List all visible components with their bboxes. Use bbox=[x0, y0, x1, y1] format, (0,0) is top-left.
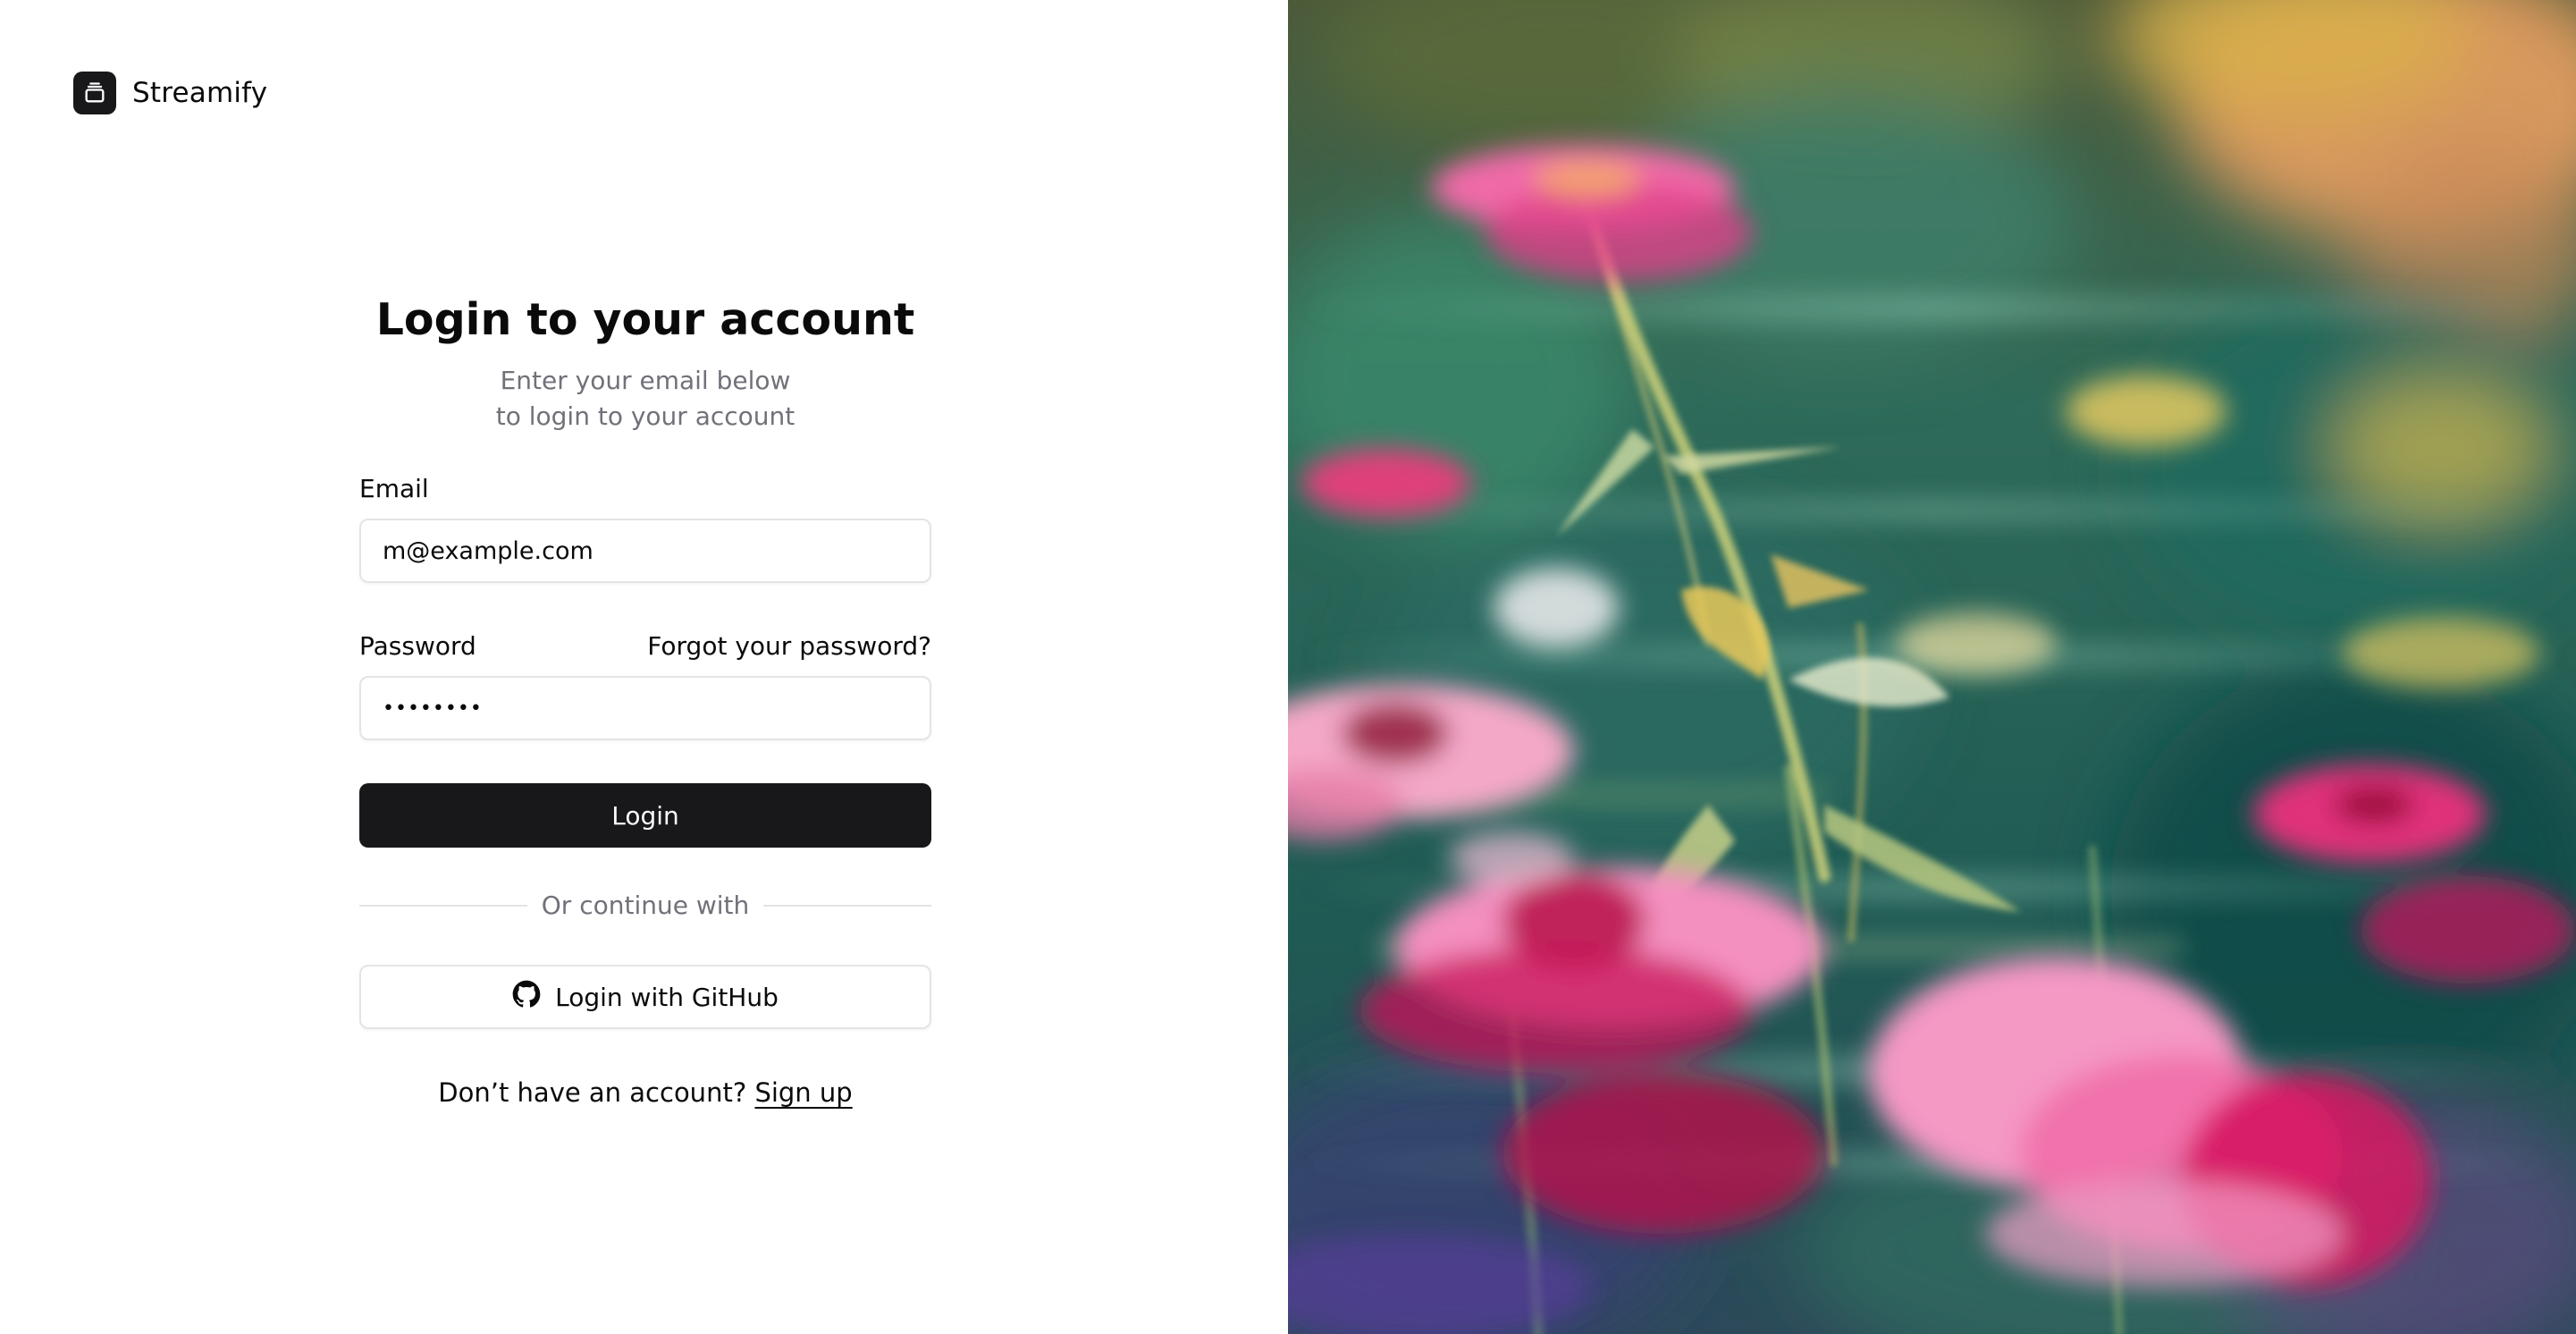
divider-line-left bbox=[359, 904, 527, 907]
hero-image bbox=[1288, 0, 2576, 1334]
divider-line-right bbox=[763, 904, 932, 907]
inbox-icon bbox=[73, 72, 116, 114]
brand-name: Streamify bbox=[132, 77, 268, 109]
login-form: Login to your account Enter your email b… bbox=[359, 288, 932, 1108]
email-input[interactable] bbox=[359, 519, 931, 583]
github-login-button[interactable]: Login with GitHub bbox=[359, 965, 931, 1029]
email-field-group: Email bbox=[359, 472, 931, 583]
brand-logo-link[interactable]: Streamify bbox=[73, 72, 267, 114]
subtitle-line-2: to login to your account bbox=[495, 401, 796, 431]
signup-row: Don’t have an account? Sign up bbox=[359, 1077, 931, 1108]
login-page: Streamify Login to your account Enter yo… bbox=[0, 0, 2576, 1334]
password-input[interactable] bbox=[359, 676, 931, 740]
password-label: Password bbox=[359, 630, 476, 661]
login-panel: Streamify Login to your account Enter yo… bbox=[0, 0, 1288, 1334]
email-label-row: Email bbox=[359, 472, 931, 504]
page-title: Login to your account bbox=[375, 294, 915, 345]
password-field-group: Password Forgot your password? bbox=[359, 629, 931, 740]
github-button-label: Login with GitHub bbox=[555, 982, 779, 1012]
page-subtitle: Enter your email below to login to your … bbox=[359, 363, 931, 435]
subtitle-line-1: Enter your email below bbox=[500, 366, 791, 395]
flowers-photo bbox=[1288, 0, 2576, 1334]
signup-link[interactable]: Sign up bbox=[754, 1077, 852, 1108]
email-label: Email bbox=[359, 473, 429, 503]
github-icon bbox=[512, 980, 541, 1015]
forgot-password-link[interactable]: Forgot your password? bbox=[647, 631, 931, 661]
login-button[interactable]: Login bbox=[359, 783, 931, 848]
or-continue-divider: Or continue with bbox=[359, 891, 932, 920]
signup-prompt: Don’t have an account? bbox=[438, 1077, 747, 1108]
password-label-row: Password Forgot your password? bbox=[359, 629, 931, 662]
divider-text: Or continue with bbox=[541, 891, 750, 920]
